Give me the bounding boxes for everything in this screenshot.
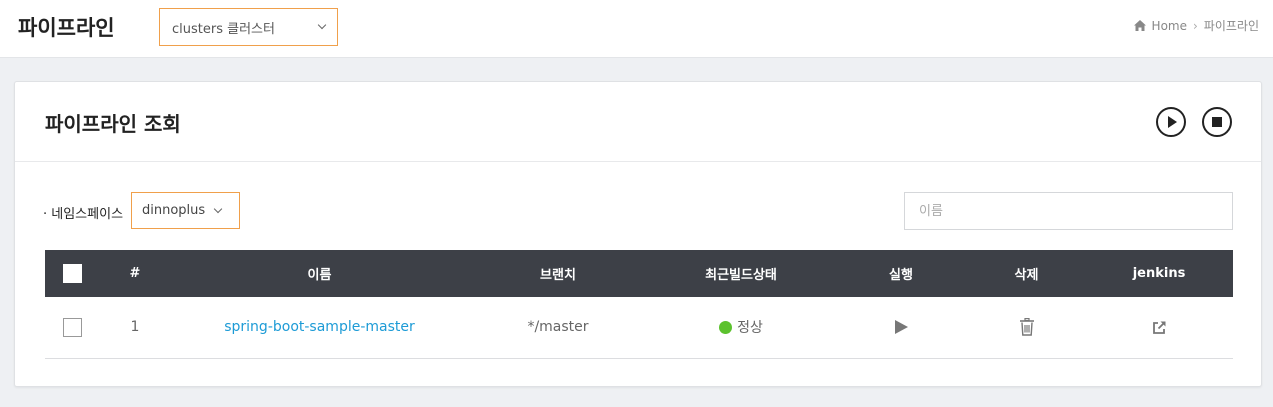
column-header-delete: 삭제 bbox=[1014, 268, 1039, 283]
row-checkbox-cell bbox=[45, 297, 99, 358]
card-title: 파이프라인 조회 bbox=[45, 112, 181, 136]
row-branch: */master bbox=[527, 319, 589, 336]
row-status-text: 정상 bbox=[737, 320, 763, 337]
cluster-select[interactable]: clusters 클러스터 bbox=[159, 8, 338, 46]
home-icon bbox=[1133, 20, 1146, 31]
play-circle-icon bbox=[1168, 116, 1177, 128]
external-link-icon[interactable] bbox=[1152, 320, 1167, 335]
breadcrumb: Home › 파이프라인 bbox=[1133, 17, 1259, 34]
select-all-cell bbox=[45, 250, 99, 297]
trash-icon[interactable] bbox=[1019, 318, 1034, 336]
column-header-branch: 브랜치 bbox=[540, 268, 576, 283]
run-all-button[interactable] bbox=[1156, 107, 1186, 137]
page-title: 파이프라인 bbox=[18, 16, 115, 40]
cluster-select-value: clusters 클러스터 bbox=[172, 21, 275, 37]
pipeline-table: # 이름 브랜치 최근빌드상태 실행 삭제 jenkins 1 spring-b… bbox=[45, 250, 1233, 359]
status-ok-icon bbox=[719, 321, 733, 335]
pipeline-card: 파이프라인 조회 · 네임스페이스 dinnoplus # 이름 브랜치 최근빌… bbox=[14, 81, 1262, 387]
namespace-select[interactable]: dinnoplus bbox=[131, 192, 240, 229]
column-header-jenkins: jenkins bbox=[1132, 266, 1186, 281]
pipeline-name-link[interactable]: spring-boot-sample-master bbox=[224, 319, 415, 335]
column-header-index: # bbox=[129, 266, 141, 281]
breadcrumb-current: 파이프라인 bbox=[1203, 19, 1259, 33]
table-row: 1 spring-boot-sample-master */master 정상 bbox=[45, 297, 1233, 358]
namespace-select-value: dinnoplus bbox=[142, 203, 206, 218]
row-jenkins-cell bbox=[1085, 297, 1233, 358]
select-all-checkbox[interactable] bbox=[62, 264, 82, 283]
card-header: 파이프라인 조회 bbox=[15, 82, 1261, 162]
namespace-label: · 네임스페이스 bbox=[43, 207, 124, 222]
breadcrumb-home[interactable]: Home bbox=[1152, 19, 1187, 33]
row-status-cell: 정상 bbox=[648, 297, 834, 358]
column-header-run: 실행 bbox=[889, 268, 913, 283]
row-name-cell: spring-boot-sample-master bbox=[171, 297, 468, 358]
top-bar: 파이프라인 clusters 클러스터 Home › 파이프라인 bbox=[0, 0, 1273, 58]
table-header-row: # 이름 브랜치 최근빌드상태 실행 삭제 jenkins bbox=[45, 250, 1233, 297]
stop-all-button[interactable] bbox=[1202, 107, 1232, 137]
row-index: 1 bbox=[130, 319, 140, 336]
play-icon[interactable] bbox=[894, 320, 908, 335]
row-delete-cell bbox=[968, 297, 1085, 358]
stop-circle-icon bbox=[1212, 117, 1222, 127]
chevron-down-icon bbox=[213, 204, 223, 213]
row-checkbox[interactable] bbox=[62, 317, 82, 337]
search-input[interactable] bbox=[904, 192, 1233, 230]
column-header-build-status: 최근빌드상태 bbox=[705, 268, 777, 283]
breadcrumb-separator-icon: › bbox=[1192, 18, 1198, 33]
row-run-cell bbox=[834, 297, 968, 358]
chevron-down-icon bbox=[317, 20, 327, 30]
column-header-name: 이름 bbox=[307, 268, 332, 283]
